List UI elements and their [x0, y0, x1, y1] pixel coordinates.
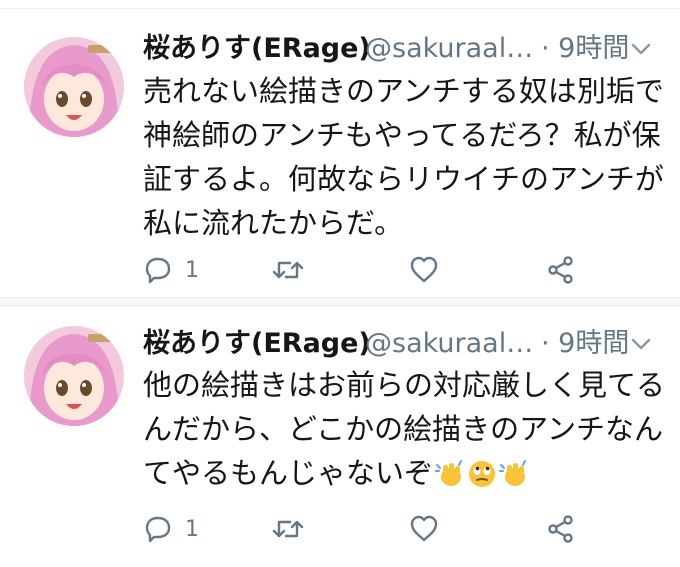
retweet-button[interactable]	[271, 250, 305, 290]
retweet-icon	[272, 520, 304, 538]
tweet-text: 売れない絵描きのアンチする奴は別垢で 神絵師のアンチもやってるだろ？私が保 証す…	[143, 69, 664, 245]
tweet-text-line: 売れない絵描きのアンチする奴は別垢で	[143, 74, 664, 108]
tweet-actions: 1	[143, 250, 613, 290]
reply-icon	[145, 257, 171, 284]
eye-roll-emoji	[469, 461, 496, 487]
tweet-header: 桜ありす(ERage) @sakuraal… · 9時間	[143, 29, 663, 73]
tweet-separator	[0, 297, 680, 306]
caret-down-icon[interactable]	[630, 336, 652, 352]
tweet-actions: 1	[143, 509, 613, 549]
tweet-text-line: 他の絵描きはお前らの対応厳しく見てる	[143, 368, 666, 402]
reply-button[interactable]: 1	[143, 250, 199, 290]
reply-button[interactable]: 1	[143, 509, 199, 549]
tweet[interactable]: 桜ありす(ERage) @sakuraal… · 9時間 売れない絵描きのアンチ…	[0, 9, 680, 299]
like-button[interactable]	[409, 250, 439, 290]
tweet-text: 他の絵描きはお前らの対応厳しく見てる んだから、どこかの絵描きのアンチなん てや…	[143, 363, 666, 495]
share-button[interactable]	[546, 509, 576, 549]
like-icon	[410, 515, 438, 542]
reply-icon	[145, 516, 171, 543]
retweet-button[interactable]	[271, 509, 305, 549]
tweet-text-line-content: てやるもんじゃないぞ	[143, 456, 434, 490]
tweet-text-line: んだから、どこかの絵描きのアンチなん	[143, 412, 663, 446]
tweet[interactable]: 桜ありす(ERage) @sakuraal… · 9時間 他の絵描きはお前らの対…	[0, 306, 680, 567]
waving-hands-emoji	[499, 460, 527, 486]
display-name[interactable]: 桜ありす(ERage)	[143, 29, 371, 69]
reply-count: 1	[185, 257, 199, 283]
tweet-text-line: 神絵師のアンチもやってるだろ？私が保	[143, 118, 661, 152]
username-handle[interactable]: @sakuraal…	[365, 29, 533, 69]
avatar[interactable]	[24, 37, 124, 137]
tweet-text-line: 私に流れたからだ。	[143, 206, 404, 240]
tweet-header: 桜ありす(ERage) @sakuraal… · 9時間	[143, 324, 663, 368]
timestamp[interactable]: · 9時間	[541, 324, 629, 364]
username-handle[interactable]: @sakuraal…	[365, 324, 533, 364]
share-icon	[548, 256, 573, 284]
top-divider	[0, 0, 680, 9]
like-button[interactable]	[409, 509, 439, 549]
retweet-icon	[272, 261, 304, 279]
like-icon	[410, 256, 438, 283]
tweet-text-line: 証するよ。何故ならリウイチのアンチが	[143, 162, 664, 196]
display-name[interactable]: 桜ありす(ERage)	[143, 324, 371, 364]
caret-down-icon[interactable]	[630, 41, 652, 57]
timestamp[interactable]: · 9時間	[541, 29, 629, 69]
waving-hands-emoji	[435, 460, 463, 486]
tweet-text-line: てやるもんじゃないぞ	[143, 451, 663, 495]
share-button[interactable]	[546, 250, 576, 290]
avatar[interactable]	[24, 326, 124, 426]
reply-count: 1	[185, 516, 199, 542]
share-icon	[548, 515, 573, 543]
